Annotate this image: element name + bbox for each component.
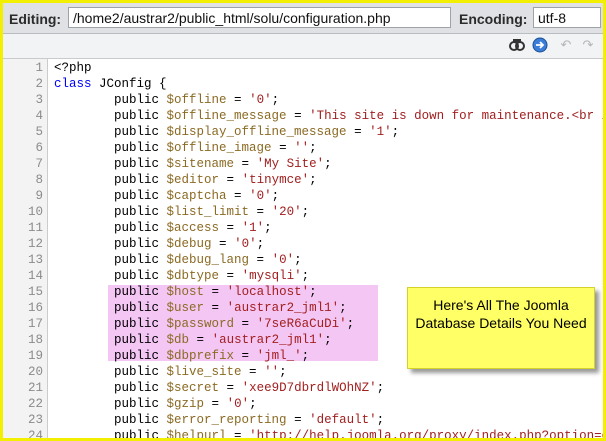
search-icon[interactable] <box>508 37 526 55</box>
code-text: class JConfig { <box>54 77 167 91</box>
code-line[interactable]: 21 public $secret = 'xee9D7dbrdlWOhNZ'; <box>3 380 603 396</box>
editor-window: Editing: /home2/austrar2/public_html/sol… <box>0 0 606 441</box>
line-number: 22 <box>27 397 43 411</box>
line-number: 17 <box>27 317 43 331</box>
code-text: public $user = 'austrar2_jml1'; <box>54 301 347 315</box>
undo-icon[interactable]: ↶ <box>557 37 575 55</box>
file-path-field[interactable]: /home2/austrar2/public_html/solu/configu… <box>68 7 451 28</box>
code-line[interactable]: 13 public $debug_lang = '0'; <box>3 252 603 268</box>
line-number: 9 <box>35 189 43 203</box>
code-line[interactable]: 1 <?php <box>3 60 603 76</box>
code-text: public $list_limit = '20'; <box>54 205 310 219</box>
code-line[interactable]: 8 public $editor = 'tinymce'; <box>3 172 603 188</box>
line-number: 19 <box>27 349 43 363</box>
code-text: <?php <box>54 61 92 75</box>
line-number: 13 <box>27 253 43 267</box>
code-text: public $dbtype = 'mysqli'; <box>54 269 310 283</box>
code-line[interactable]: 23 public $error_reporting = 'default'; <box>3 412 603 428</box>
file-info-bar: Editing: /home2/austrar2/public_html/sol… <box>3 3 603 34</box>
editor-toolbar: ↶ ↷ <box>3 34 603 59</box>
code-text: public $password = '7seR6aCuDi'; <box>54 317 355 331</box>
goto-icon[interactable] <box>531 37 549 55</box>
line-number: 21 <box>27 381 43 395</box>
line-number: 4 <box>35 109 43 123</box>
line-number: 11 <box>27 221 43 235</box>
code-text: public $helpurl = 'http://help.joomla.or… <box>54 429 603 441</box>
line-number: 7 <box>35 157 43 171</box>
line-number: 24 <box>27 429 43 441</box>
code-text: public $offline_image = ''; <box>54 141 317 155</box>
code-text: public $offline = '0'; <box>54 93 280 107</box>
line-number: 10 <box>27 205 43 219</box>
callout-note: Here's All The Joomla Database Details Y… <box>407 287 595 369</box>
code-text: public $sitename = 'My Site'; <box>54 157 332 171</box>
code-text: public $dbprefix = 'jml_'; <box>54 349 310 363</box>
line-number: 1 <box>35 61 43 75</box>
code-line[interactable]: 14 public $dbtype = 'mysqli'; <box>3 268 603 284</box>
callout-text: Here's All The Joomla Database Details Y… <box>415 297 587 331</box>
redo-icon[interactable]: ↷ <box>579 37 597 55</box>
code-line[interactable]: 7 public $sitename = 'My Site'; <box>3 156 603 172</box>
editing-label: Editing: <box>9 11 62 27</box>
code-text: public $access = '1'; <box>54 221 272 235</box>
code-line[interactable]: 3 public $offline = '0'; <box>3 92 603 108</box>
line-number: 5 <box>35 125 43 139</box>
line-number: 15 <box>27 285 43 299</box>
code-text: public $display_offline_message = '1'; <box>54 125 400 139</box>
code-text: public $secret = 'xee9D7dbrdlWOhNZ'; <box>54 381 385 395</box>
line-number: 12 <box>27 237 43 251</box>
code-text: public $db = 'austrar2_jml1'; <box>54 333 332 347</box>
line-number: 2 <box>35 77 43 91</box>
code-text: public $live_site = ''; <box>54 365 287 379</box>
code-line[interactable]: 11 public $access = '1'; <box>3 220 603 236</box>
line-number: 16 <box>27 301 43 315</box>
code-editor[interactable]: 1 <?php 2 class JConfig {3 public $offline … <box>3 59 603 441</box>
line-number: 18 <box>27 333 43 347</box>
line-number: 3 <box>35 93 43 107</box>
code-line[interactable]: 24 public $helpurl = 'http://help.joomla… <box>3 428 603 441</box>
code-text: public $debug_lang = '0'; <box>54 253 302 267</box>
code-text: public $offline_message = 'This site is … <box>54 109 603 123</box>
code-line[interactable]: 2 class JConfig { <box>3 76 603 92</box>
code-text: public $captcha = '0'; <box>54 189 280 203</box>
line-number: 23 <box>27 413 43 427</box>
encoding-select[interactable]: utf-8 <box>533 7 601 28</box>
line-number: 6 <box>35 141 43 155</box>
line-number: 14 <box>27 269 43 283</box>
code-line[interactable]: 5 public $display_offline_message = '1'; <box>3 124 603 140</box>
code-line[interactable]: 9 public $captcha = '0'; <box>3 188 603 204</box>
code-line[interactable]: 10 public $list_limit = '20'; <box>3 204 603 220</box>
code-text: public $gzip = '0'; <box>54 397 257 411</box>
line-number: 20 <box>27 365 43 379</box>
code-text: public $error_reporting = 'default'; <box>54 413 385 427</box>
code-line[interactable]: 4 public $offline_message = 'This site i… <box>3 108 603 124</box>
code-text: public $editor = 'tinymce'; <box>54 173 317 187</box>
code-line[interactable]: 6 public $offline_image = ''; <box>3 140 603 156</box>
code-text: public $debug = '0'; <box>54 237 265 251</box>
code-text: public $host = 'localhost'; <box>54 285 317 299</box>
code-line[interactable]: 12 public $debug = '0'; <box>3 236 603 252</box>
code-line[interactable]: 22 public $gzip = '0'; <box>3 396 603 412</box>
encoding-label: Encoding: <box>459 11 528 27</box>
line-number: 8 <box>35 173 43 187</box>
